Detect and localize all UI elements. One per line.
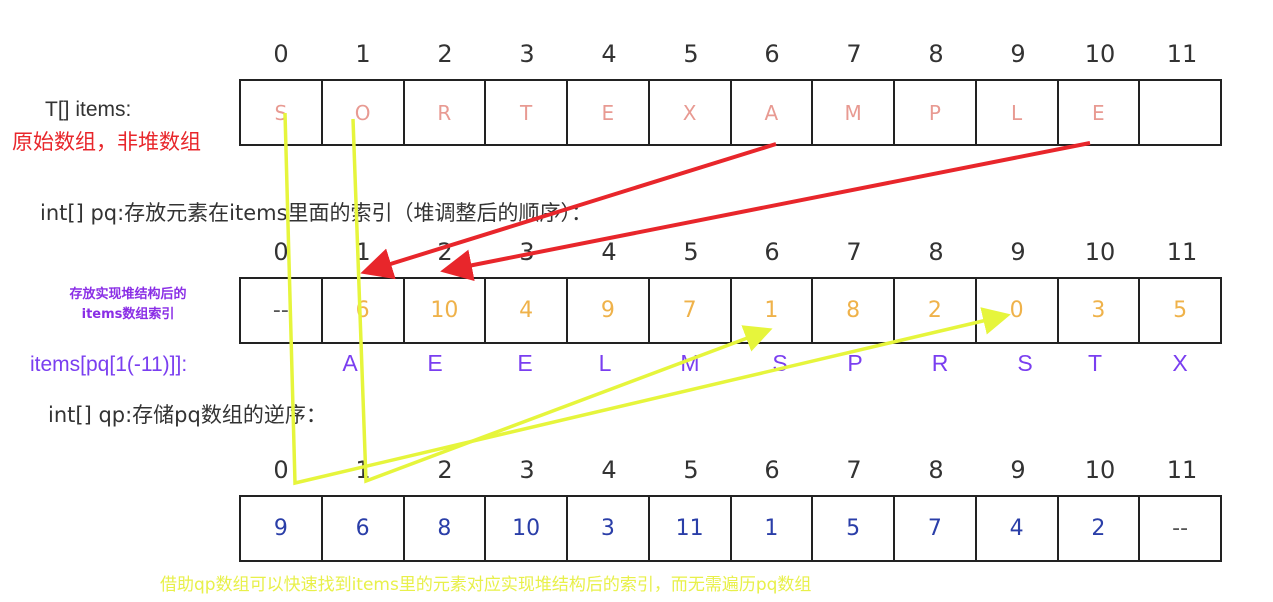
- index-label: 11: [1166, 238, 1198, 266]
- index-label: 0: [273, 456, 289, 484]
- index-label: 4: [601, 40, 617, 68]
- index-label: 10: [1084, 238, 1116, 266]
- qp-cell: 8: [402, 495, 487, 562]
- pq-note-line2: items数组索引: [81, 307, 175, 322]
- index-label: 2: [437, 238, 453, 266]
- pq-cell: 2: [893, 277, 977, 344]
- index-label: 8: [928, 40, 944, 68]
- qp-cell: 10: [484, 495, 568, 562]
- pq-cell: 0: [974, 277, 1059, 344]
- mapped-item: E: [517, 350, 533, 376]
- index-label: 5: [683, 40, 699, 68]
- items-cell: O: [320, 79, 405, 146]
- mapped-item: M: [680, 350, 700, 376]
- mapped-item: S: [1017, 350, 1033, 376]
- index-label: 7: [846, 456, 862, 484]
- index-label: 8: [928, 238, 944, 266]
- index-label: 8: [928, 456, 944, 484]
- qp-cell: 3: [566, 495, 650, 562]
- index-label: 4: [601, 456, 617, 484]
- pq-cell: 1: [729, 277, 814, 344]
- items-cell: A: [729, 79, 814, 146]
- index-label: 7: [846, 238, 862, 266]
- pq-cell: 4: [484, 277, 568, 344]
- items-cell: M: [811, 79, 895, 146]
- index-label: 9: [1010, 456, 1026, 484]
- index-label: 2: [437, 456, 453, 484]
- index-label: 6: [764, 238, 780, 266]
- index-label: 9: [1010, 238, 1026, 266]
- index-label: 6: [764, 456, 780, 484]
- items-cell: E: [566, 79, 650, 146]
- items-cell: P: [893, 79, 977, 146]
- pq-cell: 3: [1056, 277, 1141, 344]
- qp-cell: 2: [1056, 495, 1141, 562]
- qp-cell: --: [1138, 495, 1222, 562]
- footer-note: 借助qp数组可以快速找到items里的元素对应实现堆结构后的索引，而无需遍历pq…: [160, 575, 812, 595]
- pq-index-row: 0 1 2 3 4 5 6 7 8 9 10 11: [239, 238, 1222, 268]
- mapped-item: S: [772, 350, 788, 376]
- pq-cell: 10: [402, 277, 487, 344]
- pq-array: -- 6 10 4 9 7 1 8 2 0 3 5: [239, 277, 1222, 344]
- index-label: 4: [601, 238, 617, 266]
- index-label: 0: [273, 238, 289, 266]
- index-label: 1: [355, 456, 371, 484]
- pq-caption: int[] pq:存放元素在items里面的索引（堆调整后的顺序）：: [40, 201, 593, 225]
- index-label: 3: [519, 238, 535, 266]
- items-array-label: T[] items:: [45, 98, 132, 121]
- qp-cell: 6: [320, 495, 405, 562]
- qp-cell: 4: [974, 495, 1059, 562]
- mapped-item: A: [342, 350, 358, 376]
- pq-cell: 7: [647, 277, 732, 344]
- items-cell: L: [974, 79, 1059, 146]
- qp-cell: 11: [647, 495, 732, 562]
- index-label: 2: [437, 40, 453, 68]
- pq-cell: 8: [811, 277, 895, 344]
- mapped-label: items[pq[1(-11)]]:: [30, 353, 188, 376]
- index-label: 1: [355, 40, 371, 68]
- mapped-item: P: [847, 350, 863, 376]
- pq-cell: 9: [566, 277, 650, 344]
- items-cell: [1138, 79, 1222, 146]
- items-array: S O R T E X A M P L E: [239, 79, 1222, 146]
- qp-cell: 7: [893, 495, 977, 562]
- pq-cell: 5: [1138, 277, 1222, 344]
- items-cell: E: [1056, 79, 1141, 146]
- qp-caption: int[] qp:存储pq数组的逆序：: [48, 403, 327, 427]
- items-index-row: 0 1 2 3 4 5 6 7 8 9 10 11: [239, 40, 1222, 70]
- index-label: 3: [519, 40, 535, 68]
- items-note: 原始数组，非堆数组: [12, 130, 201, 154]
- qp-cell: 9: [239, 495, 323, 562]
- items-cell: X: [647, 79, 732, 146]
- mapped-item: L: [598, 350, 612, 376]
- pq-cell: --: [239, 277, 323, 344]
- mapped-item: E: [427, 350, 443, 376]
- index-label: 11: [1166, 40, 1198, 68]
- qp-cell: 1: [729, 495, 814, 562]
- index-label: 7: [846, 40, 862, 68]
- index-label: 3: [519, 456, 535, 484]
- items-cell: T: [484, 79, 568, 146]
- mapped-item: X: [1172, 350, 1188, 376]
- index-label: 1: [355, 238, 371, 266]
- pq-note-line1: 存放实现堆结构后的: [69, 287, 187, 302]
- mapped-item: R: [931, 350, 949, 376]
- index-label: 10: [1084, 456, 1116, 484]
- mapped-item: T: [1087, 350, 1103, 376]
- index-label: 5: [683, 456, 699, 484]
- qp-array: 9 6 8 10 3 11 1 5 7 4 2 --: [239, 495, 1222, 562]
- index-label: 5: [683, 238, 699, 266]
- qp-index-row: 0 1 2 3 4 5 6 7 8 9 10 11: [239, 456, 1222, 486]
- qp-cell: 5: [811, 495, 895, 562]
- index-label: 10: [1084, 40, 1116, 68]
- index-label: 0: [273, 40, 289, 68]
- index-label: 6: [764, 40, 780, 68]
- items-cell: R: [402, 79, 487, 146]
- pq-cell: 6: [320, 277, 405, 344]
- index-label: 11: [1166, 456, 1198, 484]
- index-label: 9: [1010, 40, 1026, 68]
- items-cell: S: [239, 79, 323, 146]
